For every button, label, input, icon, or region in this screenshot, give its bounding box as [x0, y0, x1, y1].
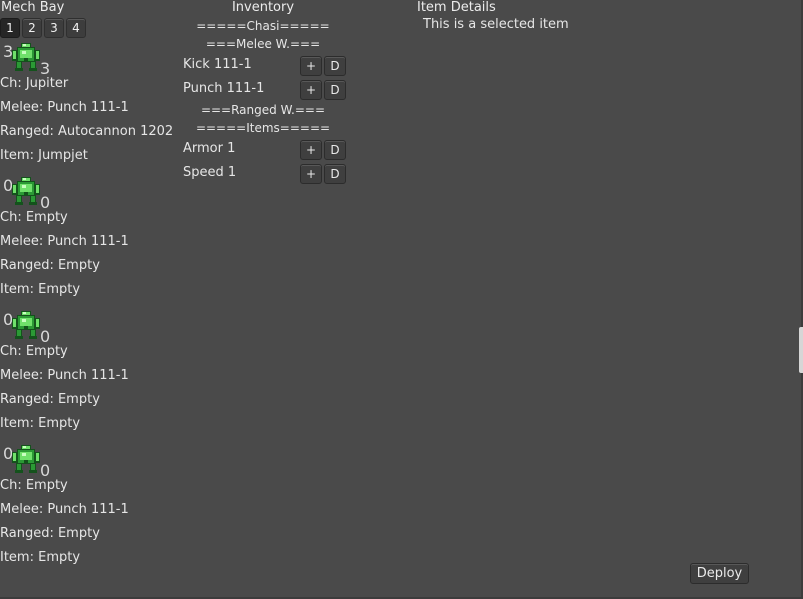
delete-button[interactable]: D [324, 140, 346, 160]
inventory-item-name[interactable]: Armor 1 [183, 141, 235, 156]
inventory-item-name[interactable]: Kick 111-1 [183, 57, 252, 72]
inventory-item-name[interactable]: Punch 111-1 [183, 81, 264, 96]
mech-melee-label: Melee: Punch 111-1 [0, 502, 129, 517]
delete-button[interactable]: D [324, 80, 346, 100]
mech-ranged-label: Ranged: Empty [0, 258, 100, 273]
mech-melee-label: Melee: Punch 111-1 [0, 100, 129, 115]
mech-bay-title: Mech Bay [1, 0, 65, 15]
mech-chassis-label: Ch: Empty [0, 478, 68, 493]
mech-chassis-label: Ch: Jupiter [0, 76, 69, 91]
mech-item-label: Item: Empty [0, 416, 81, 431]
mech-item-label: Item: Empty [0, 282, 81, 297]
mech-robot-icon[interactable] [11, 42, 41, 72]
inventory-chassis-header: =====Chasi===== [196, 19, 330, 33]
add-button[interactable]: + [300, 140, 322, 160]
delete-button[interactable]: D [324, 56, 346, 76]
tab-4[interactable]: 4 [66, 18, 86, 38]
mech-ranged-label: Ranged: Empty [0, 392, 100, 407]
add-button[interactable]: + [300, 80, 322, 100]
deploy-button[interactable]: Deploy [690, 563, 749, 584]
add-button[interactable]: + [300, 56, 322, 76]
mech-chassis-label: Ch: Empty [0, 210, 68, 225]
mech-chassis-label: Ch: Empty [0, 344, 68, 359]
mech-item-label: Item: Empty [0, 550, 81, 565]
mech-robot-icon[interactable] [11, 444, 41, 474]
inventory-title: Inventory [231, 0, 295, 15]
mech-melee-label: Melee: Punch 111-1 [0, 368, 129, 383]
mech-tab-strip: 1 2 3 4 [0, 18, 86, 38]
inventory-items-header: =====Items===== [195, 121, 331, 135]
mech-melee-label: Melee: Punch 111-1 [0, 234, 129, 249]
add-button[interactable]: + [300, 164, 322, 184]
tab-2[interactable]: 2 [22, 18, 42, 38]
mech-ranged-label: Ranged: Autocannon 1202 [0, 124, 174, 139]
inventory-item-name[interactable]: Speed 1 [183, 165, 236, 180]
tab-3[interactable]: 3 [44, 18, 64, 38]
tab-1[interactable]: 1 [0, 18, 20, 38]
mech-item-label: Item: Jumpjet [0, 148, 88, 163]
mech-robot-icon[interactable] [11, 310, 41, 340]
mech-robot-icon[interactable] [11, 176, 41, 206]
item-details-text: This is a selected item [423, 17, 569, 32]
scrollbar-thumb[interactable] [799, 327, 803, 373]
mech-ranged-label: Ranged: Empty [0, 526, 100, 541]
item-details-title: Item Details [417, 0, 496, 15]
inventory-melee-header: ===Melee W.=== [205, 37, 321, 51]
inventory-ranged-header: ===Ranged W.=== [200, 103, 326, 117]
delete-button[interactable]: D [324, 164, 346, 184]
